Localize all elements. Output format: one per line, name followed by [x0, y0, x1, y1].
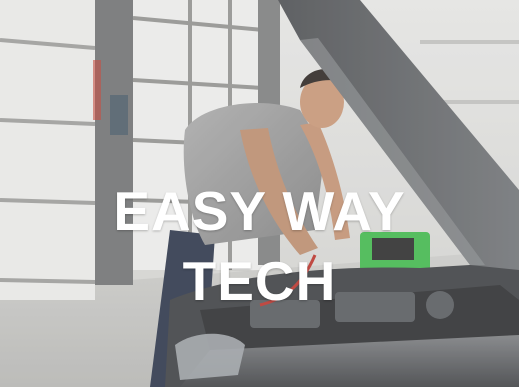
hero-banner: EASY WAY TECH — [0, 0, 519, 387]
banner-title-line2: TECH — [182, 250, 337, 312]
banner-title-line1: EASY WAY — [113, 180, 406, 242]
